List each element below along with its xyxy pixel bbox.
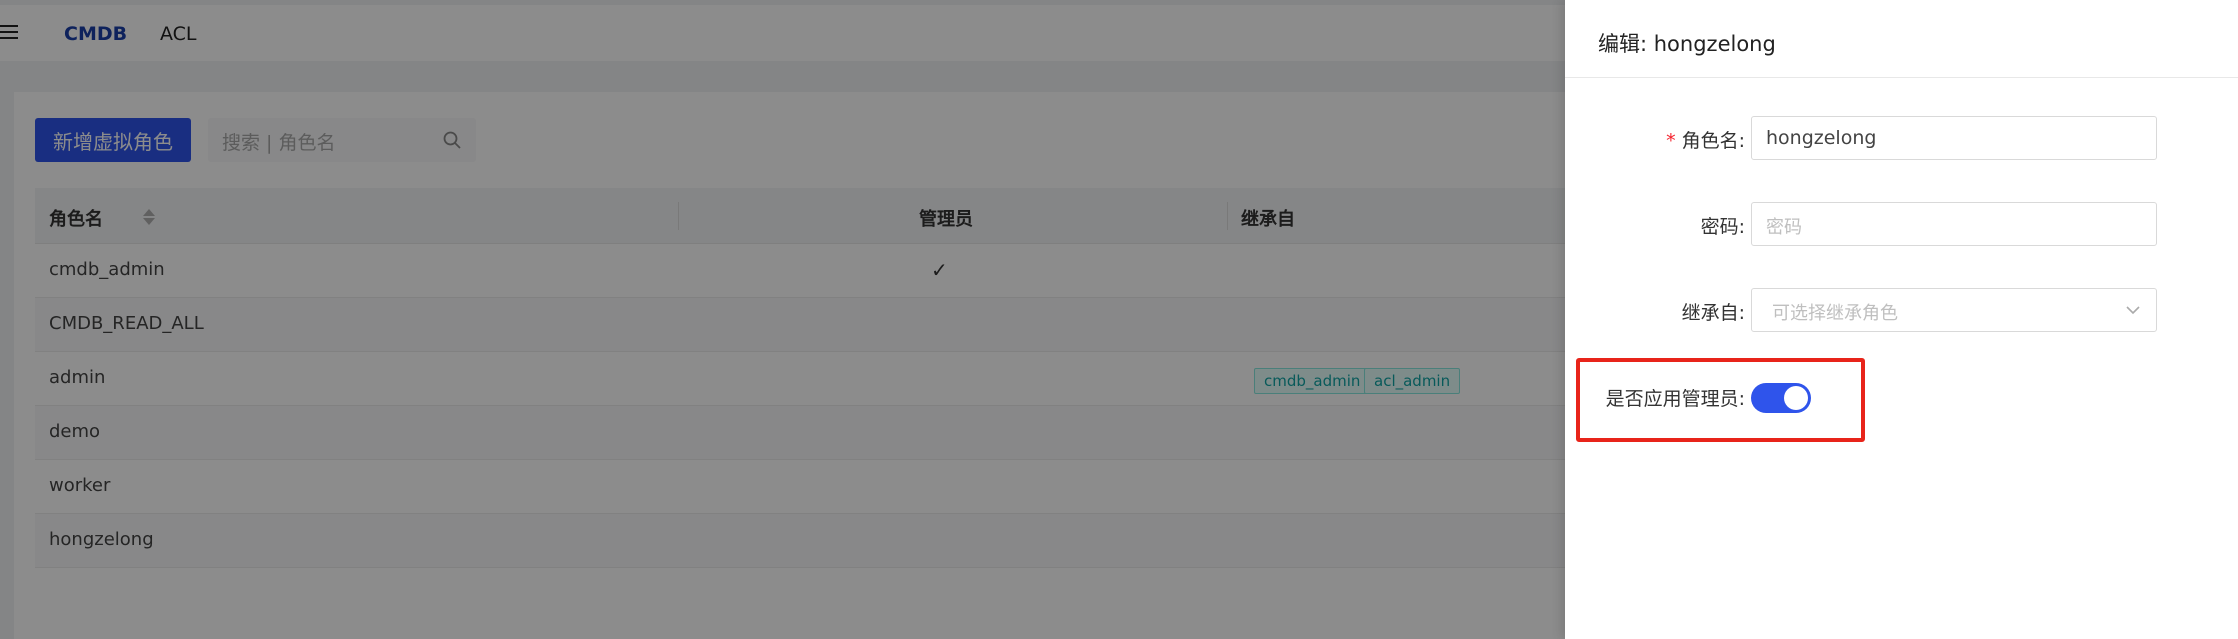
role-name-label-text: 角色名: [1681,130,1745,152]
drawer-header: 编辑: hongzelong [1565,0,2238,78]
highlight-box [1576,358,1865,442]
drawer-mask[interactable] [0,0,1565,639]
role-name-value: hongzelong [1766,127,1877,149]
password-label: 密码: [1700,216,1745,238]
role-name-label: * 角色名: [1655,126,1745,153]
inherit-placeholder: 可选择继承角色 [1772,303,1898,324]
chevron-down-icon [2126,306,2140,315]
inherit-label: 继承自: [1681,302,1745,324]
edit-role-drawer: 编辑: hongzelong * 角色名: hongzelong 密码: 密码 继… [1565,0,2238,639]
inherit-select[interactable]: 可选择继承角色 [1751,288,2157,332]
password-input[interactable]: 密码 [1751,202,2157,246]
password-placeholder: 密码 [1766,217,1802,238]
role-name-input[interactable]: hongzelong [1751,116,2157,160]
required-mark: * [1666,130,1676,152]
drawer-title: 编辑: hongzelong [1598,32,1776,56]
